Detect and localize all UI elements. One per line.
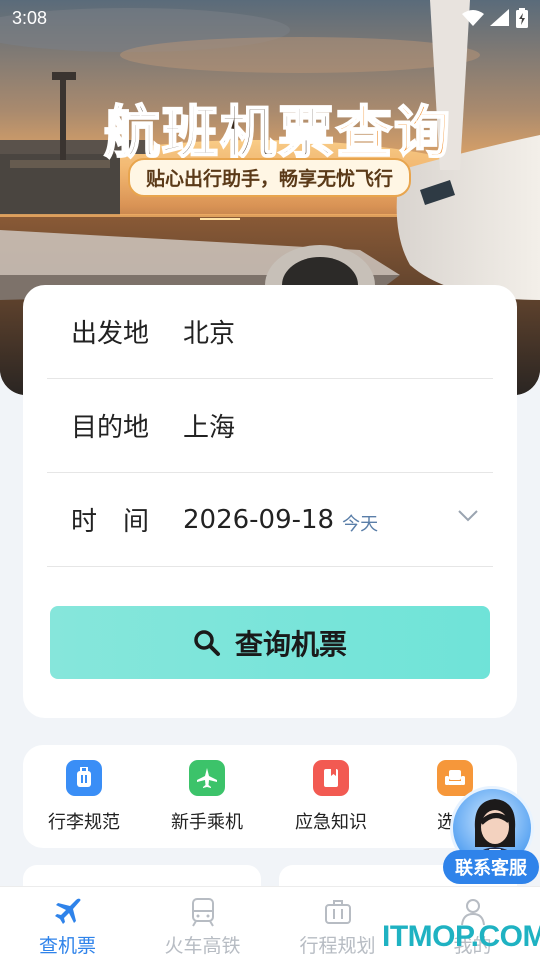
chevron-down-icon[interactable]: [457, 509, 479, 523]
status-bar: 3:08: [0, 0, 540, 36]
airplane-icon: [54, 898, 80, 924]
departure-value[interactable]: 北京: [183, 313, 235, 350]
airplane-icon: [189, 760, 225, 796]
date-tag: 今天: [342, 513, 379, 535]
hero-title-main: 航班机票: [103, 99, 336, 167]
date-field[interactable]: 时 间 2026-09-18 今天: [47, 473, 493, 567]
briefcase-icon: [324, 900, 351, 924]
train-icon: [191, 898, 214, 927]
watermark-text: ITMOP.COM: [382, 920, 540, 953]
hero-subtitle: 贴心出行助手，畅享无忧飞行: [128, 158, 412, 197]
quick-link-label: 行李规范: [48, 812, 120, 833]
tab-flights[interactable]: 查机票: [0, 887, 135, 960]
date-label: 时 间: [71, 507, 150, 537]
book-icon: [313, 760, 349, 796]
destination-field[interactable]: 目的地 上海: [47, 379, 493, 473]
departure-field[interactable]: 出发地 北京: [47, 285, 493, 379]
quick-link-emergency[interactable]: 应急知识: [276, 760, 386, 834]
signal-icon: [490, 9, 509, 26]
tab-trains[interactable]: 火车高铁: [135, 887, 270, 960]
quick-link-label: 应急知识: [295, 812, 367, 833]
service-label: 联系客服: [443, 850, 539, 884]
tab-label: 火车高铁: [164, 935, 241, 957]
luggage-icon: [66, 760, 102, 796]
date-value[interactable]: 2026-09-18: [183, 505, 334, 535]
hero-title: 航班机票查询: [103, 88, 452, 169]
search-icon: [194, 629, 220, 656]
search-flights-button[interactable]: 查询机票: [50, 606, 490, 679]
tab-label: 查机票: [38, 935, 96, 957]
quick-link-beginner[interactable]: 新手乘机: [152, 760, 262, 834]
tab-label: 行程规划: [299, 935, 376, 957]
status-time: 3:08: [12, 7, 48, 28]
customer-service-button[interactable]: 联系客服: [443, 786, 539, 886]
wifi-icon: [462, 10, 484, 26]
quick-link-label: 新手乘机: [171, 812, 243, 833]
search-button-label: 查询机票: [234, 627, 347, 661]
destination-value[interactable]: 上海: [183, 407, 235, 444]
flight-search-card: 出发地 北京 目的地 上海 时 间 2026-09-18 今天 查询机票: [23, 285, 517, 718]
battery-icon: [516, 8, 528, 28]
departure-label: 出发地: [71, 319, 150, 349]
hero-title-accent: 查询: [335, 99, 452, 167]
quick-link-luggage[interactable]: 行李规范: [29, 760, 139, 834]
destination-label: 目的地: [71, 413, 150, 443]
